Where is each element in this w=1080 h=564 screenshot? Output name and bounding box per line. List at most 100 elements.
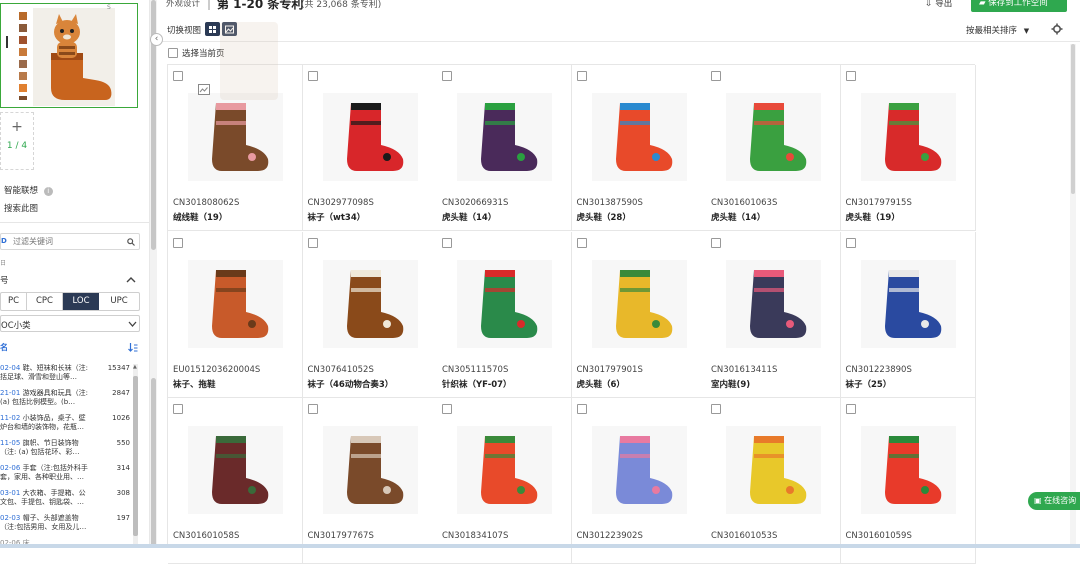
patent-id[interactable]: CN301797915S bbox=[846, 198, 912, 208]
patent-image[interactable] bbox=[457, 93, 552, 181]
card-checkbox[interactable] bbox=[442, 404, 452, 414]
loc-subclass-select[interactable]: OC小类 bbox=[0, 315, 140, 332]
card-checkbox[interactable] bbox=[711, 71, 721, 81]
class-list-scroll-thumb[interactable] bbox=[133, 376, 138, 536]
tab-loc[interactable]: LOC bbox=[63, 293, 99, 310]
patent-card[interactable]: CN305111570S 针织袜（YF-07） bbox=[437, 231, 572, 398]
settings-gear-icon[interactable] bbox=[1051, 23, 1063, 35]
class-list-item[interactable]: 21-01 游戏器具和玩具（注: 2847 (a) 包括比例模型。(b… bbox=[0, 389, 138, 407]
select-page-checkbox[interactable] bbox=[168, 48, 178, 58]
search-image-link[interactable]: 搜索此图 bbox=[4, 202, 38, 214]
class-list-item[interactable]: 03-01 大衣箱、手提箱、公 308 文包、手提包、钥匙袋、… bbox=[0, 489, 138, 507]
card-checkbox[interactable] bbox=[307, 71, 318, 81]
card-checkbox[interactable] bbox=[576, 71, 587, 81]
class-list-scrollbar[interactable]: ▲ bbox=[133, 364, 138, 544]
results-scroll-thumb[interactable] bbox=[1071, 44, 1075, 194]
patent-image[interactable] bbox=[591, 259, 687, 348]
card-checkbox[interactable] bbox=[173, 71, 183, 81]
patent-card[interactable]: CN301601058S bbox=[168, 398, 303, 564]
patent-image[interactable] bbox=[322, 426, 418, 514]
patent-id[interactable]: CN301613411S bbox=[711, 365, 777, 375]
card-checkbox[interactable] bbox=[711, 237, 721, 248]
left-scroll-thumb-lower[interactable] bbox=[151, 378, 156, 548]
patent-image[interactable] bbox=[188, 93, 283, 181]
patent-id[interactable]: CN301223890S bbox=[846, 365, 912, 375]
patent-card[interactable]: CN301834107S bbox=[437, 398, 572, 564]
add-image-button[interactable]: + 1 / 4 bbox=[0, 112, 34, 170]
card-checkbox[interactable] bbox=[576, 237, 587, 248]
patent-card[interactable]: EU0151203620004S 袜子、拖鞋 bbox=[168, 231, 303, 398]
patent-id[interactable]: CN305111570S bbox=[442, 365, 508, 375]
patent-image[interactable] bbox=[591, 93, 687, 181]
patent-card[interactable]: CN302066931S 虎头鞋（14） bbox=[437, 65, 572, 231]
card-checkbox[interactable] bbox=[576, 404, 587, 414]
search-icon[interactable] bbox=[127, 238, 135, 246]
patent-id[interactable]: CN307641052S bbox=[308, 365, 374, 375]
patent-card[interactable]: CN301223902S bbox=[571, 398, 707, 564]
patent-id[interactable]: CN301834107S bbox=[442, 531, 508, 541]
patent-image[interactable] bbox=[188, 426, 283, 514]
patent-card[interactable]: CN301601053S bbox=[706, 398, 841, 564]
patent-card[interactable]: CN307641052S 袜子（46动物合奏3） bbox=[302, 231, 438, 398]
patent-id[interactable]: CN302977098S bbox=[308, 198, 374, 208]
patent-id[interactable]: CN301808062S bbox=[173, 198, 239, 208]
patent-card[interactable]: CN301613411S 室内鞋(9) bbox=[706, 231, 841, 398]
card-checkbox[interactable] bbox=[442, 237, 452, 248]
patent-image[interactable] bbox=[457, 426, 552, 514]
export-button[interactable]: ⇩ 导出 bbox=[925, 0, 952, 9]
class-list-item[interactable]: 02-03 帽子、头部遮盖物 197 （注:包括男用、女用及儿… bbox=[0, 514, 138, 532]
patent-id[interactable]: CN301797767S bbox=[308, 531, 374, 541]
results-scrollbar[interactable] bbox=[1070, 44, 1076, 548]
patent-id[interactable]: CN301601063S bbox=[711, 198, 777, 208]
tab-upc[interactable]: UPC bbox=[99, 293, 139, 310]
patent-id[interactable]: CN301601058S bbox=[173, 531, 239, 541]
patent-image[interactable] bbox=[322, 259, 418, 348]
patent-id[interactable]: CN301387590S bbox=[577, 198, 643, 208]
patent-card[interactable]: CN301797901S 虎头鞋（6） bbox=[571, 231, 707, 398]
class-list-item[interactable]: 02-04 鞋、短袜和长袜（注: 15347 括足球、滑雪和登山等… bbox=[0, 364, 138, 382]
patent-id[interactable]: CN302066931S bbox=[442, 198, 508, 208]
image-search-icon[interactable] bbox=[198, 84, 210, 95]
card-checkbox[interactable] bbox=[711, 404, 721, 414]
patent-card[interactable]: CN301797767S bbox=[302, 398, 438, 564]
patent-image[interactable] bbox=[726, 426, 821, 514]
patent-image[interactable] bbox=[322, 93, 418, 181]
card-checkbox[interactable] bbox=[307, 237, 318, 248]
class-list-item[interactable]: 02-06 手套（注:包括外科手 314 套，家用、各种职业用、… bbox=[0, 464, 138, 482]
save-workspace-button[interactable]: ▰ 保存到工作空间 bbox=[971, 0, 1067, 12]
patent-id[interactable]: CN301797901S bbox=[577, 365, 643, 375]
card-checkbox[interactable] bbox=[845, 404, 856, 414]
patent-image[interactable] bbox=[726, 259, 821, 348]
patent-image[interactable] bbox=[860, 93, 956, 181]
card-checkbox[interactable] bbox=[173, 237, 183, 248]
sort-desc-icon[interactable] bbox=[128, 342, 138, 352]
patent-card[interactable]: CN301797915S 虎头鞋（19） bbox=[840, 65, 976, 231]
grid-view-button[interactable] bbox=[205, 22, 220, 36]
tab-ipc[interactable]: PC bbox=[1, 293, 27, 310]
filter-keyword-input[interactable] bbox=[13, 235, 123, 248]
patent-card[interactable]: CN301223890S 袜子（25） bbox=[840, 231, 976, 398]
card-checkbox[interactable] bbox=[307, 404, 318, 414]
card-checkbox[interactable] bbox=[173, 404, 183, 414]
patent-id[interactable]: CN301223902S bbox=[577, 531, 643, 541]
patent-id[interactable]: CN301601053S bbox=[711, 531, 777, 541]
patent-card[interactable]: CN301387590S 虎头鞋（28） bbox=[571, 65, 707, 231]
card-checkbox[interactable] bbox=[845, 71, 856, 81]
patent-image[interactable] bbox=[860, 426, 956, 514]
sort-dropdown[interactable]: 按最相关排序 ▼ bbox=[966, 24, 1029, 36]
online-chat-button[interactable]: ▣ 在线咨询 bbox=[1028, 492, 1080, 510]
patent-card[interactable]: CN301601059S bbox=[840, 398, 976, 564]
patent-card[interactable]: CN302977098S 袜子（wt34） bbox=[302, 65, 438, 231]
patent-image[interactable] bbox=[188, 259, 283, 348]
smart-assoc-label[interactable]: 智能联想 i bbox=[4, 184, 53, 196]
chevron-up-icon[interactable] bbox=[126, 276, 136, 283]
patent-id[interactable]: CN301601059S bbox=[846, 531, 912, 541]
tab-cpc[interactable]: CPC bbox=[27, 293, 63, 310]
patent-card[interactable]: CN301601063S 虎头鞋（14） bbox=[706, 65, 841, 231]
left-panel-scrollbar[interactable] bbox=[150, 0, 157, 548]
collapse-panel-button[interactable]: ‹ bbox=[150, 33, 163, 46]
scroll-up-icon[interactable]: ▲ bbox=[133, 364, 138, 370]
info-icon[interactable]: i bbox=[43, 187, 53, 196]
class-list-item[interactable]: 11-05 旗帜、节日装饰物 550 （注: (a) 包括花环、彩… bbox=[0, 439, 138, 457]
card-checkbox[interactable] bbox=[442, 71, 452, 81]
